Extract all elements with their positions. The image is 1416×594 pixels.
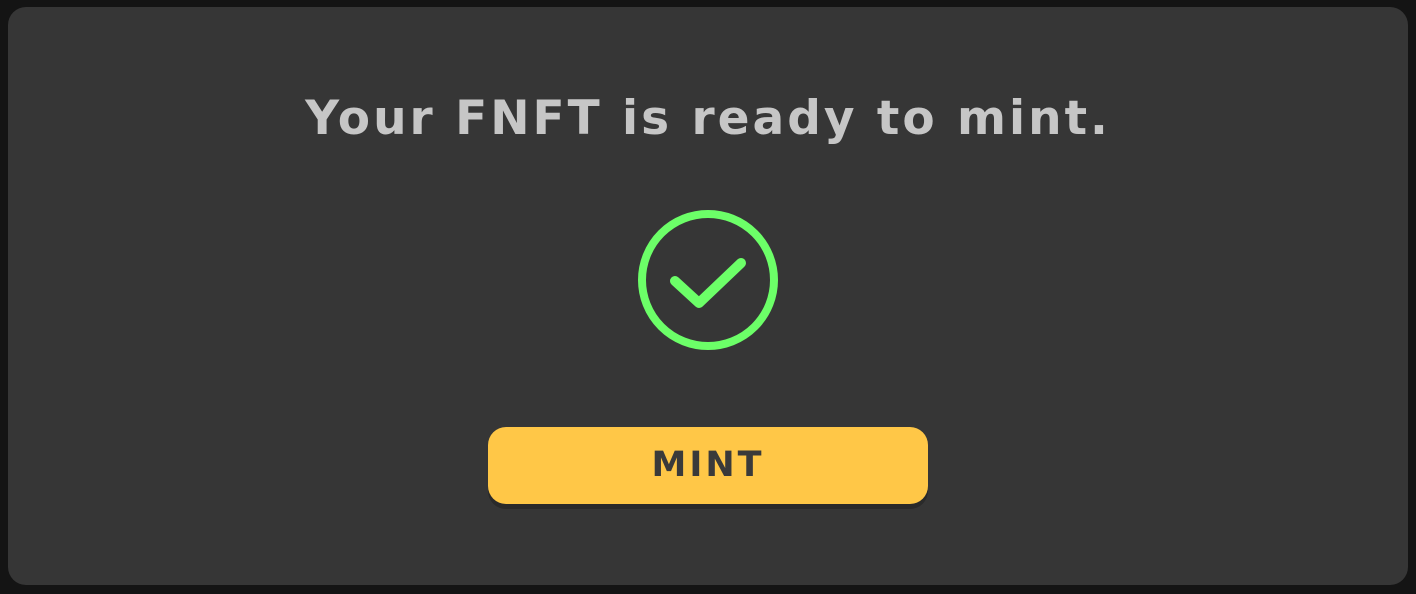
mint-ready-dialog: Your FNFT is ready to mint. MINT (8, 7, 1408, 585)
dialog-message: Your FNFT is ready to mint. (305, 91, 1111, 146)
mint-button-shadow: MINT (488, 427, 928, 509)
check-circle-icon (638, 210, 778, 350)
mint-button[interactable]: MINT (488, 427, 928, 504)
